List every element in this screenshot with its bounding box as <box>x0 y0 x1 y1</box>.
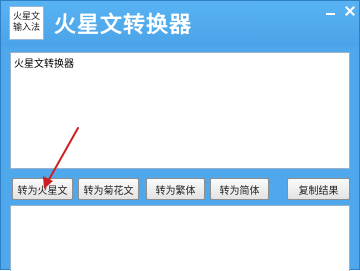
app-logo: 火星文 输入法 <box>9 6 44 40</box>
input-textarea[interactable]: 火星文转换器 <box>10 52 350 169</box>
logo-line-1: 火星文 <box>12 12 40 22</box>
app-title: 火星文转换器 <box>54 13 193 38</box>
app-window: 火星文 输入法 火星文转换器 火星文转换器 转为火星文 转为菊花文 转为繁体 转… <box>0 0 360 271</box>
to-simplified-button[interactable]: 转为简体 <box>210 178 269 200</box>
to-traditional-button[interactable]: 转为繁体 <box>146 178 205 200</box>
title-bar: 火星文 输入法 火星文转换器 <box>1 1 359 47</box>
button-row: 转为火星文 转为菊花文 转为繁体 转为简体 复制结果 <box>1 178 359 202</box>
to-huoxing-button[interactable]: 转为火星文 <box>12 178 73 200</box>
output-textarea[interactable] <box>10 205 350 271</box>
to-juhua-button[interactable]: 转为菊花文 <box>78 178 139 200</box>
minimize-icon[interactable] <box>325 5 337 17</box>
close-icon[interactable] <box>344 5 356 17</box>
copy-result-button[interactable]: 复制结果 <box>287 178 350 200</box>
logo-line-2: 输入法 <box>12 23 40 33</box>
